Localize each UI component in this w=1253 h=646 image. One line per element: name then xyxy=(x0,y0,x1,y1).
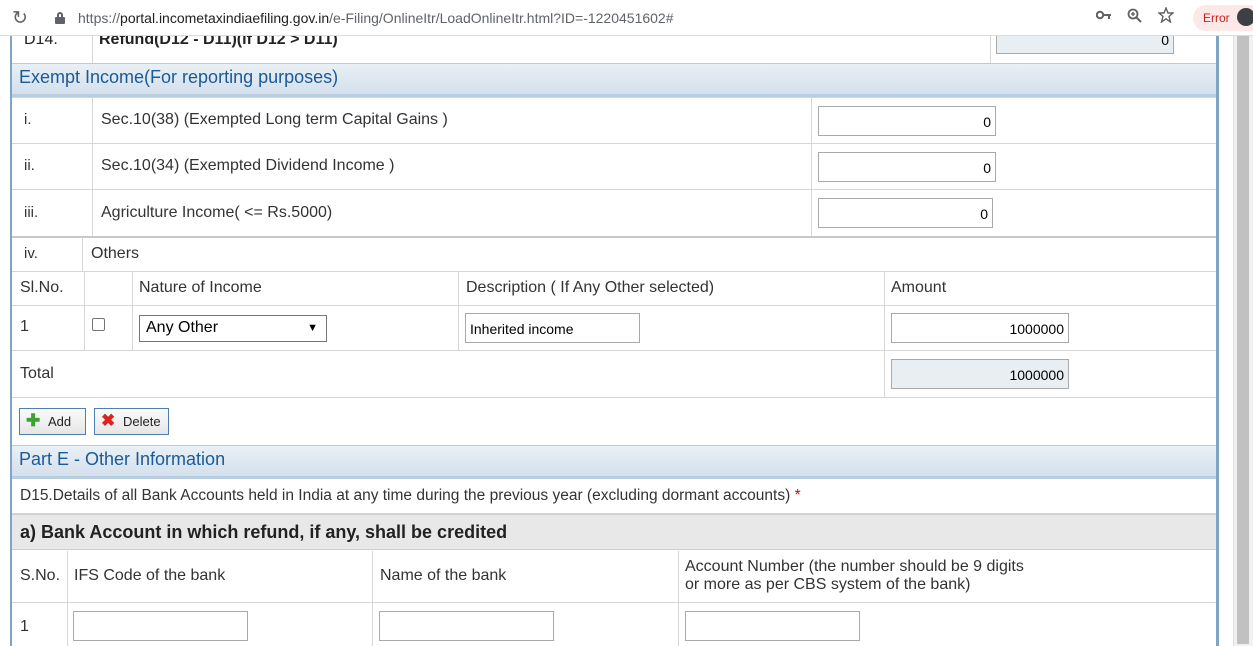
add-button[interactable]: ✚ Add xyxy=(19,408,86,435)
d14-label: Refund(D12 - D11)(if D12 > D11) xyxy=(99,36,338,48)
col-header-description: Description ( If Any Other selected) xyxy=(466,279,715,296)
exempt-income-header: Exempt Income(For reporting purposes) xyxy=(12,63,1216,97)
exempt-row-label: Agriculture Income( <= Rs.5000) xyxy=(101,204,333,221)
lock-icon[interactable] xyxy=(55,12,65,24)
col-header-amount: Amount xyxy=(891,279,947,296)
address-bar[interactable]: https://portal.incometaxindiaefiling.gov… xyxy=(78,10,674,26)
d14-refund-field: 0 xyxy=(996,36,1174,54)
exempt-row-num: ii. xyxy=(24,157,35,174)
reload-icon[interactable]: ↻ xyxy=(12,7,28,30)
exempt-row-num: iii. xyxy=(24,204,39,221)
url-scheme: https:// xyxy=(78,10,121,26)
d14-code: D14. xyxy=(24,36,58,48)
plus-icon: ✚ xyxy=(26,411,41,430)
required-asterisk: * xyxy=(794,487,801,504)
row-slno: 1 xyxy=(20,318,29,335)
account-number-input[interactable] xyxy=(685,611,860,641)
frame-border-right xyxy=(1216,36,1219,646)
dividend-exempt-field[interactable]: 0 xyxy=(818,152,996,182)
total-amount-field: 1000000 xyxy=(891,359,1069,389)
nature-selected-value: Any Other xyxy=(146,319,219,336)
d15-text: D15.Details of all Bank Accounts held in… xyxy=(20,487,791,504)
url-host: portal.incometaxindiaefiling.gov.in xyxy=(120,10,330,26)
browser-toolbar: ↻ https://portal.incometaxindiaefiling.g… xyxy=(0,0,1253,36)
avatar[interactable] xyxy=(1237,8,1253,26)
bank-col-name: Name of the bank xyxy=(380,567,507,584)
exempt-row-label: Sec.10(38) (Exempted Long term Capital G… xyxy=(101,111,448,128)
delete-button[interactable]: ✖ Delete xyxy=(94,408,169,435)
key-icon[interactable] xyxy=(1095,8,1112,25)
star-icon[interactable] xyxy=(1157,6,1175,27)
exempt-row-label: Sec.10(34) (Exempted Dividend Income ) xyxy=(101,157,395,174)
agriculture-income-field[interactable]: 0 xyxy=(818,198,993,228)
ifsc-input[interactable] xyxy=(73,611,248,641)
others-label: Others xyxy=(91,245,140,262)
url-path: /e-Filing/OnlineItr/LoadOnlineItr.html?I… xyxy=(329,10,674,26)
d15-label: D15.Details of all Bank Accounts held in… xyxy=(20,487,801,505)
dropdown-arrow-icon: ▼ xyxy=(307,322,318,334)
delete-x-icon: ✖ xyxy=(101,411,116,430)
delete-button-label: Delete xyxy=(123,414,161,429)
bank-row-sno: 1 xyxy=(20,618,29,635)
page-content: D14. Refund(D12 - D11)(if D12 > D11) 0 E… xyxy=(0,36,1253,646)
total-label: Total xyxy=(20,365,54,382)
col-header-slno: Sl.No. xyxy=(20,279,64,296)
ltcg-exempt-field[interactable]: 0 xyxy=(818,106,996,136)
add-button-label: Add xyxy=(48,414,72,429)
part-e-header: Part E - Other Information xyxy=(12,445,1216,479)
nature-of-income-select[interactable]: Any Other ▼ xyxy=(139,315,327,342)
zoom-icon[interactable] xyxy=(1127,8,1142,27)
amount-input[interactable]: 1000000 xyxy=(891,313,1069,343)
col-header-nature: Nature of Income xyxy=(139,279,262,296)
row-select-checkbox[interactable] xyxy=(92,318,105,331)
description-input[interactable]: Inherited income xyxy=(465,313,640,343)
scrollbar-thumb[interactable] xyxy=(1237,36,1249,644)
bank-refund-section-title: a) Bank Account in which refund, if any,… xyxy=(12,514,1216,550)
exempt-row-num: i. xyxy=(24,111,32,128)
bank-col-sno: S.No. xyxy=(20,567,61,584)
bank-col-account-line2: or more as per CBS system of the bank) xyxy=(685,576,971,593)
frame-border-left xyxy=(10,36,12,646)
others-num: iv. xyxy=(24,245,38,262)
bank-name-input[interactable] xyxy=(379,611,554,641)
bank-col-ifsc: IFS Code of the bank xyxy=(74,567,226,584)
bank-col-account-line1: Account Number (the number should be 9 d… xyxy=(685,558,1024,575)
